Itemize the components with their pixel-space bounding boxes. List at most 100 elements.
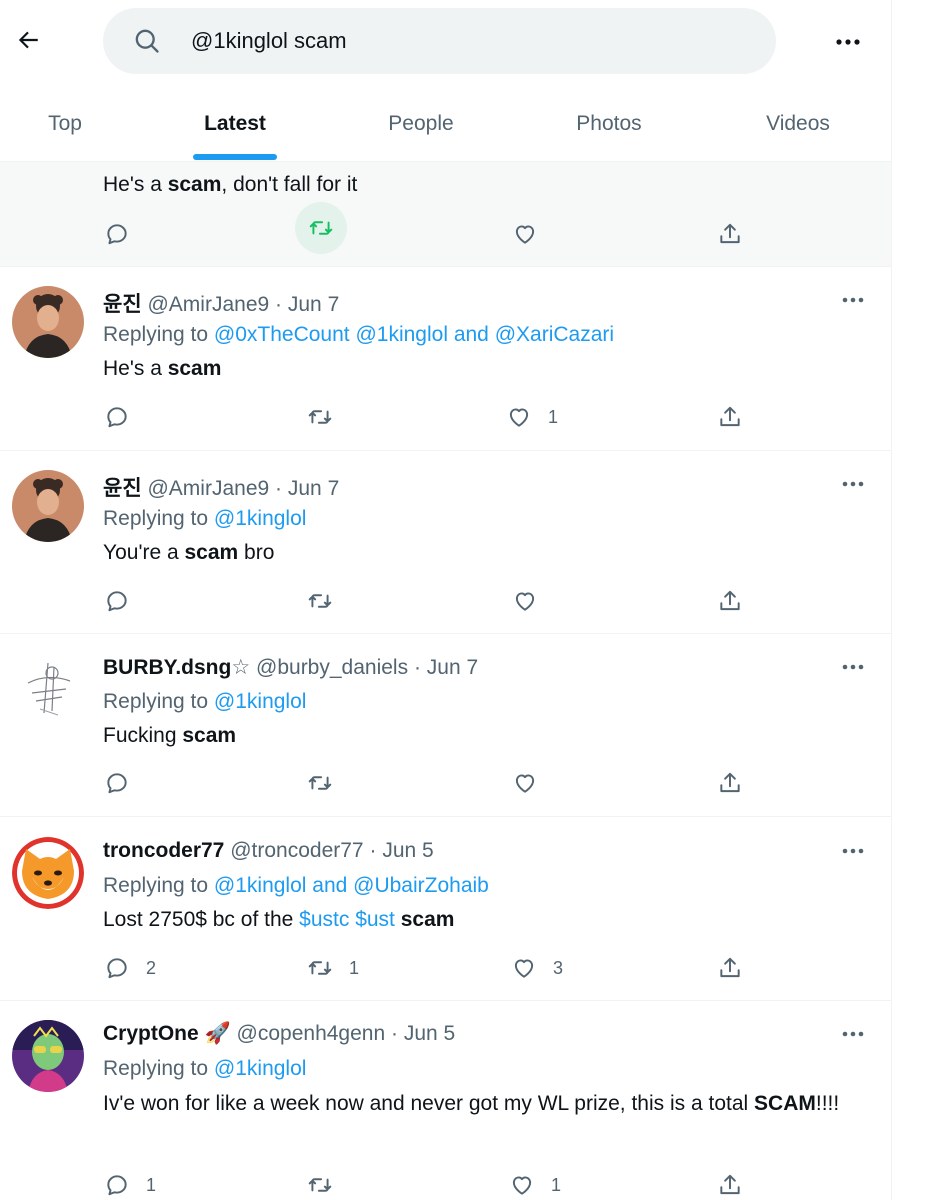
handle[interactable]: @AmirJane9 [147,477,269,500]
share-button[interactable] [713,763,747,803]
handle[interactable]: @AmirJane9 [147,293,269,316]
share-button[interactable] [713,1165,747,1200]
tweet[interactable]: 윤진 @AmirJane9 · Jun 7 Replying to @1king… [0,451,891,634]
tab-people[interactable]: People [356,86,486,162]
share-button[interactable] [713,948,747,988]
retweet-button[interactable] [303,581,337,621]
like-button[interactable]: 1 [505,1165,561,1200]
search-tabs: Top Latest People Photos Videos [0,86,891,162]
arrow-left-icon [18,31,38,49]
handle[interactable]: @troncoder77 [230,839,363,862]
retweet-count: 1 [349,957,360,978]
replying-to-label: Replying to [103,1057,209,1080]
share-button[interactable] [713,581,747,621]
reply-button[interactable] [100,581,134,621]
share-button[interactable] [713,214,747,254]
avatar[interactable] [12,837,84,909]
retweet-icon [303,1168,337,1200]
reply-button[interactable] [100,214,134,254]
like-button[interactable] [508,763,542,803]
timestamp[interactable]: Jun 7 [288,477,339,500]
share-icon [713,400,747,434]
tweet[interactable]: 윤진 @AmirJane9 · Jun 7 Replying to @0xThe… [0,267,891,451]
replying-to-mentions[interactable]: @1kinglol [214,1057,307,1080]
separator: · [275,293,283,316]
avatar[interactable] [12,1020,84,1092]
avatar[interactable] [12,286,84,358]
reply-button[interactable]: 1 [100,1165,156,1200]
replying-to-mentions[interactable]: @1kinglol [214,507,307,530]
tab-videos[interactable]: Videos [733,86,863,162]
like-button[interactable]: 3 [507,948,563,988]
replying-to-mentions[interactable]: @1kinglol and @UbairZohaib [214,874,489,897]
reply-button[interactable] [100,397,146,437]
replying-to-mentions[interactable]: @1kinglol [214,690,307,713]
avatar-image [12,653,84,725]
heart-icon [502,400,536,434]
like-button[interactable] [508,581,542,621]
tweet-more-button[interactable] [834,1019,872,1049]
like-button[interactable] [508,214,542,254]
avatar-image [12,837,84,909]
tweet[interactable]: He's a scam, don't fall for it [0,150,891,267]
timestamp[interactable]: Jun 7 [427,656,478,679]
tweet[interactable]: BURBY.dsng☆ @burby_daniels · Jun 7 Reply… [0,634,891,817]
reply-button[interactable] [100,763,134,803]
display-name[interactable]: troncoder77 [103,839,224,862]
tweet-text: Fucking scam [103,724,237,747]
tweet[interactable]: troncoder77 @troncoder77 · Jun 5 Replyin… [0,817,891,1001]
retweet-button[interactable] [295,202,347,254]
heart-icon [507,951,541,985]
more-horizontal-icon [842,481,864,487]
timestamp[interactable]: Jun 5 [382,839,433,862]
heart-icon [508,766,542,800]
back-button[interactable] [8,20,48,60]
display-name[interactable]: 윤진 [103,477,142,500]
search-icon [135,29,159,53]
reply-icon [100,766,134,800]
share-icon [713,584,747,618]
highlighted-term: scam [400,908,455,931]
retweet-button[interactable] [303,397,349,437]
retweet-button[interactable] [303,1165,337,1200]
tweet[interactable]: CryptOne 🚀 @copenh4genn · Jun 5 Replying… [0,1001,891,1200]
tweet-actions: 1 1 [100,1165,760,1200]
reply-button[interactable]: 2 [100,948,156,988]
retweet-icon [303,584,337,618]
like-count: 1 [548,406,559,427]
more-horizontal-icon [836,39,860,45]
more-options-button[interactable] [826,22,870,62]
retweet-button[interactable]: 1 [303,948,359,988]
replying-to-mentions[interactable]: @0xTheCount @1kinglol and @XariCazari [214,323,614,346]
tweet-more-button[interactable] [834,652,872,682]
share-button[interactable] [713,397,747,437]
tab-top[interactable]: Top [0,86,130,162]
display-name[interactable]: 윤진 [103,293,142,316]
avatar[interactable] [12,653,84,725]
search-input[interactable]: @1kinglol scam [103,8,776,74]
handle[interactable]: @burby_daniels [256,656,408,679]
display-name[interactable]: BURBY.dsng [103,656,231,679]
share-icon [713,1168,747,1200]
tab-latest[interactable]: Latest [170,86,300,162]
display-name[interactable]: CryptOne [103,1022,199,1045]
cashtag-link[interactable]: $ustc [299,908,349,931]
timestamp[interactable]: Jun 5 [404,1022,455,1045]
highlighted-term: scam [182,724,237,747]
reply-icon [100,217,134,251]
timestamp[interactable]: Jun 7 [288,293,339,316]
separator: · [413,656,421,679]
tweet-more-button[interactable] [834,836,872,866]
avatar[interactable] [12,470,84,542]
more-horizontal-icon [842,664,864,670]
search-header: @1kinglol scam Top Latest People Photos … [0,0,891,162]
tab-photos[interactable]: Photos [544,86,674,162]
handle[interactable]: @copenh4genn [237,1022,386,1045]
tweet-more-button[interactable] [834,469,872,499]
like-button[interactable]: 1 [502,397,558,437]
replying-to-label: Replying to [103,507,209,530]
retweet-button[interactable] [303,763,337,803]
cashtag-link[interactable]: $ust [355,908,395,931]
tweet-more-button[interactable] [834,285,872,315]
tweet-text: Lost 2750$ bc of the $ustc $ust scam [103,908,455,931]
